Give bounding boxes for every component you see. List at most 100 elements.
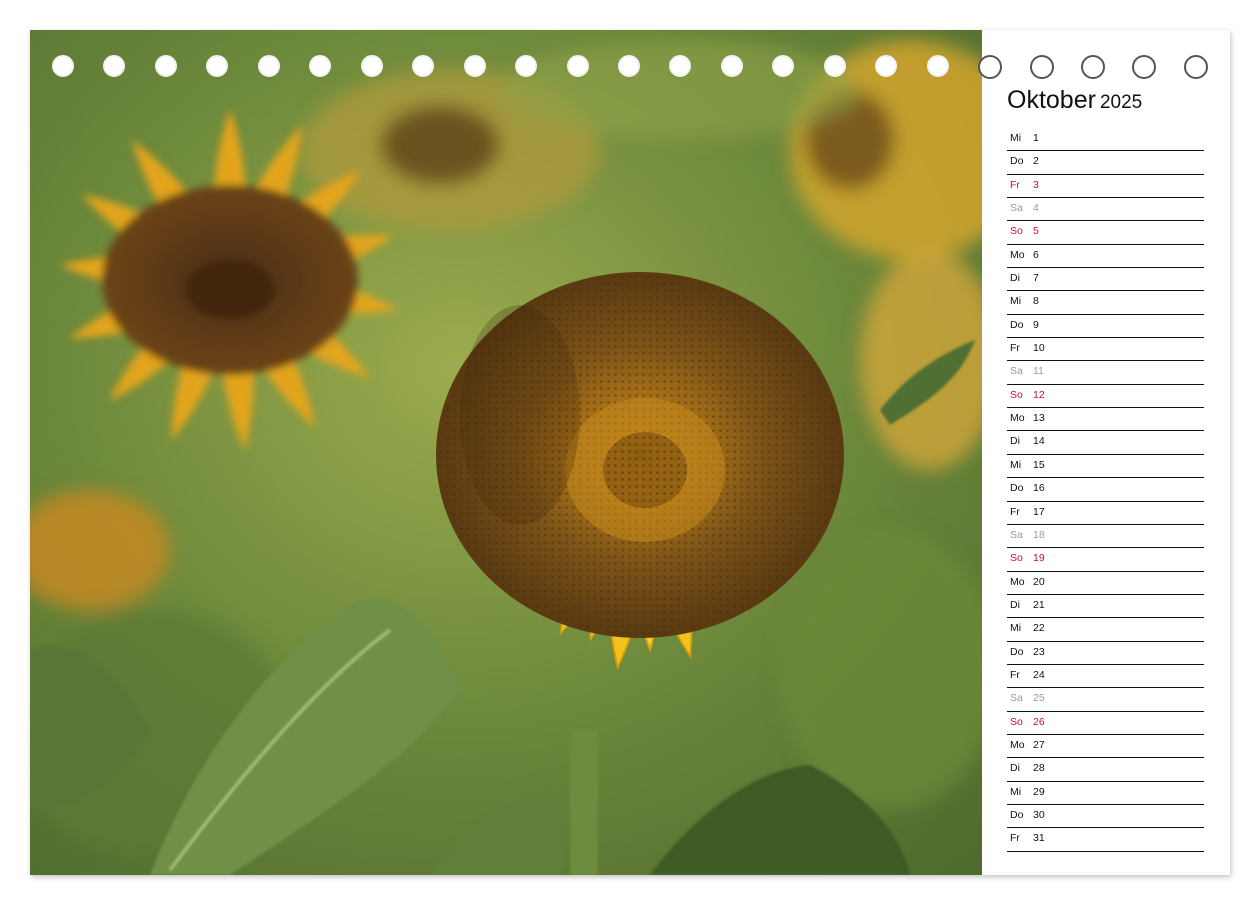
binding-hole [669,55,692,77]
spiral-binding-holes [52,55,1212,79]
day-row: Mo 27 [1007,735,1204,759]
day-row: Mi 15 [1007,455,1204,479]
day-row: Do 16 [1007,478,1204,502]
day-row: Mi 29 [1007,782,1204,805]
binding-hole [926,55,949,77]
day-row: Fr 24 [1007,665,1204,689]
day-row: Fr 10 [1007,338,1204,362]
weekday-label: Sa [1010,692,1023,705]
weekday-label: Fr [1010,505,1020,518]
day-number: 6 [1033,248,1039,261]
day-number: 23 [1033,645,1045,658]
day-number: 18 [1033,528,1045,541]
day-number: 15 [1033,458,1045,471]
day-row: Fr 3 [1007,175,1204,199]
day-row: Sa 4 [1007,198,1204,222]
day-number: 12 [1033,388,1045,401]
weekday-label: Do [1010,808,1024,821]
binding-hole [1081,55,1105,79]
day-row: Di 7 [1007,268,1204,292]
binding-hole [309,55,332,77]
day-number: 16 [1033,482,1045,495]
day-number: 30 [1033,808,1045,821]
day-row: Sa 18 [1007,525,1204,549]
day-row: Sa 25 [1007,688,1204,712]
day-row: Mo 6 [1007,245,1204,269]
day-row: Mo 20 [1007,572,1204,595]
day-row: Fr 17 [1007,502,1204,525]
binding-hole [412,55,435,77]
weekday-label: Sa [1010,202,1023,215]
day-number: 1 [1033,132,1039,144]
day-row: Do 9 [1007,315,1204,339]
day-number: 2 [1033,155,1039,168]
day-list: Mi 1 Do 2 Fr 3 Sa 4 So 5 Mo 6 Di 7 Mi 8 Do 9 Fr 10 Sa 11 So 12 M… [1007,128,1204,852]
day-number: 29 [1033,785,1045,798]
binding-hole [875,55,898,77]
weekday-label: Fr [1010,832,1020,845]
sunflower-illustration [30,30,982,875]
day-row: Do 30 [1007,805,1204,829]
day-row: Sa 11 [1007,361,1204,385]
weekday-label: Fr [1010,668,1020,681]
day-number: 8 [1033,295,1039,308]
binding-hole [103,55,126,77]
weekday-label: Di [1010,598,1020,611]
weekday-label: Mi [1010,132,1022,144]
weekday-label: Di [1010,272,1020,285]
binding-hole [1132,55,1157,79]
binding-hole [206,55,229,77]
weekday-label: So [1010,715,1023,728]
day-number: 24 [1033,668,1045,681]
day-number: 13 [1033,412,1045,425]
binding-hole [1183,55,1208,79]
binding-hole [1029,55,1054,79]
month-title: Oktober 2025 [1007,86,1142,115]
weekday-label: So [1010,388,1023,401]
weekday-label: Di [1010,762,1020,775]
weekday-label: Do [1010,318,1024,331]
weekday-label: Do [1010,155,1024,168]
binding-hole [360,55,383,77]
day-number: 20 [1033,575,1045,588]
day-number: 11 [1033,365,1044,378]
day-row: Do 2 [1007,151,1204,175]
day-number: 28 [1033,762,1045,775]
day-number: 7 [1033,272,1039,285]
day-number: 3 [1033,178,1039,191]
weekday-label: Mi [1010,785,1022,798]
day-number: 22 [1033,622,1045,635]
day-number: 26 [1033,715,1045,728]
month-year: 2025 [1099,92,1143,113]
month-name: Oktober [1007,86,1096,114]
weekday-label: Sa [1010,365,1023,378]
day-number: 27 [1033,738,1045,751]
weekday-label: Fr [1010,342,1020,355]
day-row: So 26 [1007,712,1204,735]
day-row: Do 23 [1007,642,1204,665]
weekday-label: Mo [1010,248,1025,261]
binding-hole [566,55,589,77]
day-number: 14 [1033,435,1045,448]
day-row: Di 21 [1007,595,1204,619]
day-number: 10 [1033,342,1045,355]
binding-hole [617,55,640,77]
weekday-label: So [1010,225,1023,238]
day-row: Mi 22 [1007,618,1204,642]
day-number: 9 [1033,318,1039,331]
binding-hole [823,55,846,77]
day-row: So 5 [1007,221,1204,245]
day-number: 19 [1033,552,1045,565]
weekday-label: Mi [1010,622,1022,635]
sunflower-photo [30,30,982,875]
binding-hole [52,55,74,77]
binding-hole [772,55,795,77]
day-row: Mo 13 [1007,408,1204,432]
day-row: Mi 8 [1007,291,1204,315]
weekday-label: Sa [1010,528,1023,541]
binding-hole [154,55,177,77]
binding-hole [515,55,538,77]
day-number: 31 [1033,832,1045,845]
day-number: 5 [1033,225,1039,238]
weekday-label: Mi [1010,295,1022,308]
